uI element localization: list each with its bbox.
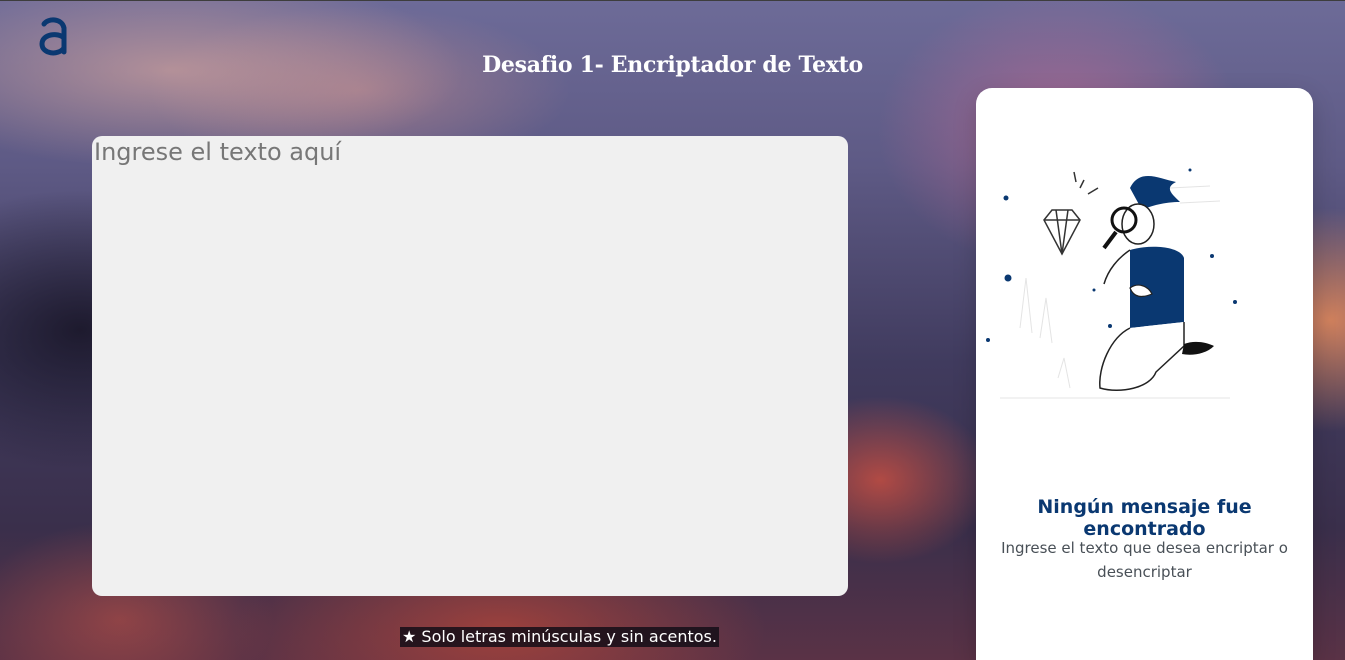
result-panel: Ningún mensaje fue encontrado Ingrese el… (976, 88, 1313, 660)
empty-result-title: Ningún mensaje fue encontrado (1037, 496, 1252, 540)
person-with-magnifier-illustration (980, 158, 1250, 428)
input-hint: ★ Solo letras minúsculas y sin acentos. (400, 627, 719, 647)
top-border (0, 0, 1345, 1)
empty-result-description: Ingrese el texto que desea encriptar o d… (1001, 539, 1288, 581)
text-input[interactable] (92, 136, 848, 596)
page-title: Desafio 1- Encriptador de Texto (482, 52, 863, 78)
